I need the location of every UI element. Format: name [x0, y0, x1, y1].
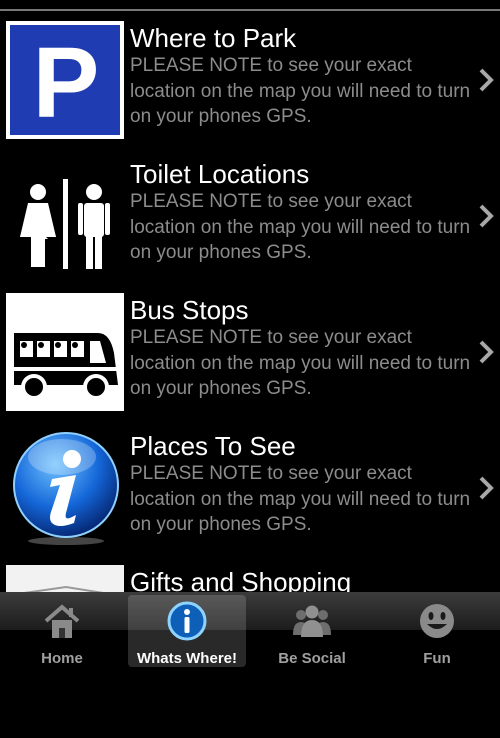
tab-home[interactable]: Home	[3, 595, 121, 667]
tab-whats-where[interactable]: Whats Where!	[128, 595, 246, 667]
list-item-description: PLEASE NOTE to see your exact location o…	[130, 463, 471, 535]
tab-label: Whats Where!	[136, 650, 237, 667]
list-item-description: PLEASE NOTE to see your exact location o…	[130, 191, 471, 263]
list-item-toilet-locations[interactable]: Toilet Locations PLEASE NOTE to see your…	[0, 147, 500, 285]
tab-be-social[interactable]: Be Social	[253, 595, 371, 667]
list-item-title: Bus Stops	[130, 295, 249, 325]
info-icon	[167, 601, 207, 641]
restroom-icon	[6, 157, 124, 275]
list-item-description: PLEASE NOTE to see your exact location o…	[130, 327, 471, 399]
chevron-right-icon	[479, 340, 494, 364]
bus-icon	[6, 293, 124, 411]
gift-card-icon	[6, 565, 124, 592]
whats-where-list: P Where to Park PLEASE NOTE to see your …	[0, 0, 500, 592]
tab-label: Be Social	[278, 650, 346, 667]
people-icon	[293, 605, 331, 637]
list-item-gifts-and-shopping[interactable]: Gifts and Shopping	[0, 555, 500, 592]
house-icon	[44, 604, 80, 638]
chevron-right-icon	[479, 68, 494, 92]
parking-sign-icon: P	[6, 21, 124, 139]
tab-label: Fun	[423, 650, 451, 667]
info-icon	[6, 429, 124, 547]
tab-label: Home	[41, 650, 83, 667]
list-item-description: PLEASE NOTE to see your exact location o…	[130, 55, 471, 127]
list-item-title: Where to Park	[130, 23, 297, 53]
smiley-icon	[420, 604, 454, 638]
list-item-where-to-park[interactable]: P Where to Park PLEASE NOTE to see your …	[0, 11, 500, 149]
svg-text:P: P	[33, 27, 100, 139]
tab-bar: Home Whats Where! Be Social Fun	[0, 592, 500, 738]
tab-fun[interactable]: Fun	[378, 595, 496, 667]
list-item-places-to-see[interactable]: Places To See PLEASE NOTE to see your ex…	[0, 419, 500, 557]
list-item-title: Places To See	[130, 431, 296, 461]
list-item-title: Gifts and Shopping	[130, 567, 352, 592]
list-item-title: Toilet Locations	[130, 159, 310, 189]
list-item-bus-stops[interactable]: Bus Stops PLEASE NOTE to see your exact …	[0, 283, 500, 421]
chevron-right-icon	[479, 204, 494, 228]
chevron-right-icon	[479, 476, 494, 500]
